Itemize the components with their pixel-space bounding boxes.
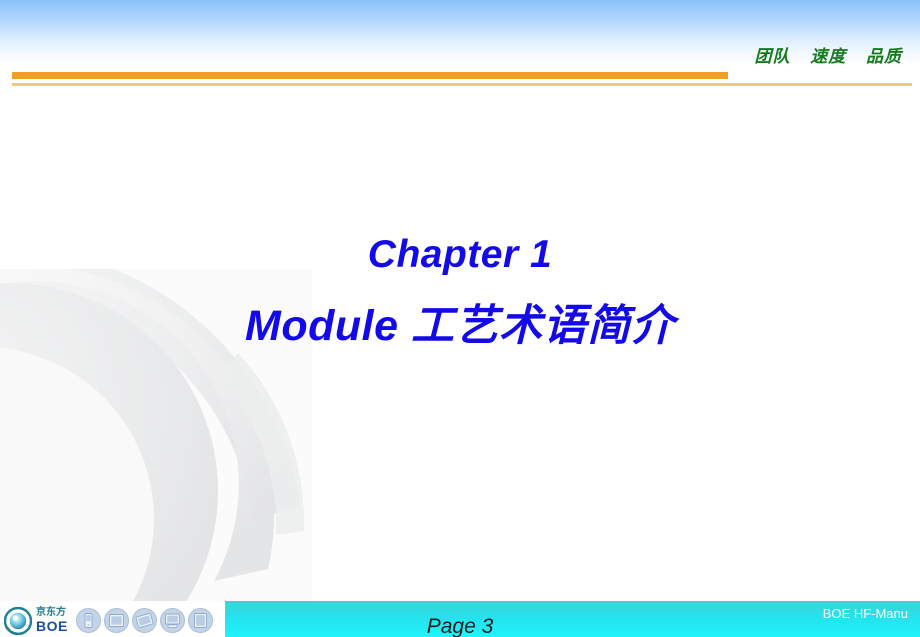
desktop-monitor-icon — [159, 608, 185, 633]
tilted-display-icon — [131, 608, 157, 633]
page-title-line-2: Module 工艺术语简介 — [0, 296, 920, 356]
boe-logo: 京东方 BOE — [4, 606, 68, 635]
header-rule-thick — [12, 72, 728, 79]
boe-circle-emblem-icon — [4, 606, 32, 635]
page-title-line-2-en: Module — [245, 302, 411, 350]
header-slogan-part-3: 品质 — [866, 47, 902, 66]
presentation-slide: 团队 速度 品质 Chapter 1 Module 工艺术语简介 BOE HF-… — [0, 0, 920, 637]
boe-wordmark-en: BOE — [36, 618, 68, 634]
header-slogan: 团队 速度 品质 — [755, 48, 902, 65]
header-slogan-part-1: 团队 — [754, 47, 791, 66]
mobile-phone-icon — [75, 608, 101, 633]
page-title-line-2-cn: 工艺术语简介 — [410, 302, 675, 350]
lcd-panel-icon — [103, 608, 129, 633]
product-icon-row — [75, 608, 213, 633]
slide-title: Chapter 1 Module 工艺术语简介 — [0, 228, 920, 356]
boe-wordmark-cn: 京东方 — [36, 607, 66, 618]
page-title-line-1: Chapter 1 — [367, 233, 553, 276]
brand-strip: 京东方 BOE — [0, 604, 225, 637]
boe-wordmark: 京东方 BOE — [36, 607, 68, 634]
header-slogan-part-2: 速度 — [810, 47, 847, 66]
tv-display-icon — [187, 608, 213, 633]
header-rule-thin — [12, 83, 912, 86]
